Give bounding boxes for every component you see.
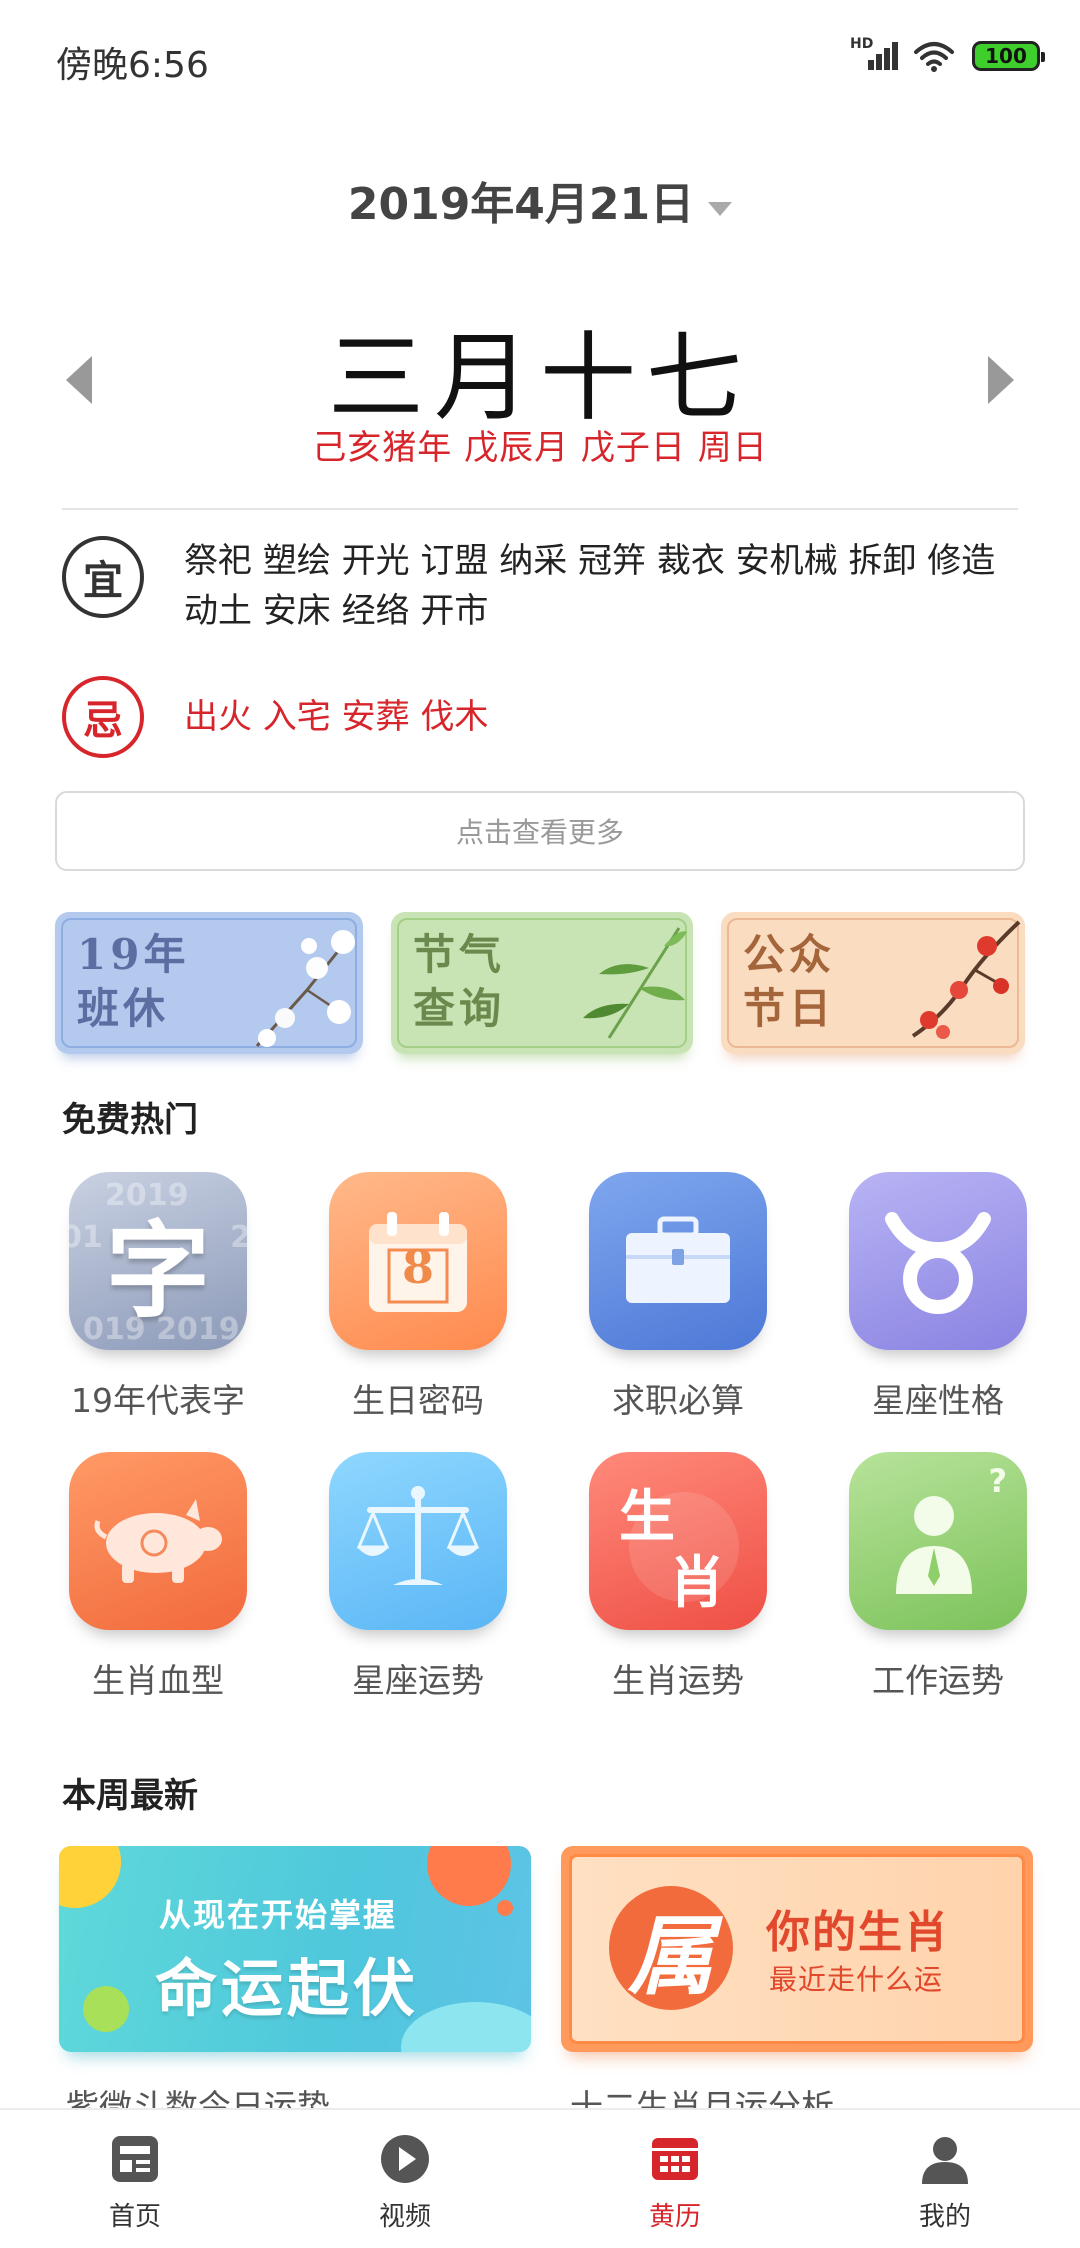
lunar-date: 三月十七 (328, 322, 752, 434)
pig-glyph-icon (94, 1499, 222, 1583)
magnolia-icon (255, 930, 355, 1047)
nav-item-home[interactable]: 首页 (0, 2110, 270, 2248)
grid-item-career-fortune[interactable]: ? 工作运势 (808, 1452, 1068, 1702)
destiny-card[interactable]: 从现在开始掌握 命运起伏 (59, 1846, 531, 2052)
briefcase-icon[interactable] (589, 1172, 767, 1350)
zodiac-glyph-icon[interactable]: 生 肖 (589, 1452, 767, 1630)
holiday-schedule-banner[interactable]: 19年 班休 (55, 912, 363, 1054)
nav-label: 黄历 (648, 2202, 701, 2232)
banner-label: 公众 节日 (743, 928, 835, 1036)
almanac-icon (652, 2138, 698, 2180)
play-icon (381, 2135, 429, 2183)
nav-item-profile[interactable]: 我的 (810, 2110, 1080, 2248)
ji-text: 出火 入宅 安葬 伐木 (184, 697, 489, 737)
view-more-button[interactable]: 点击查看更多 (55, 791, 1025, 871)
status-bar: 傍晚6:56 HD 100 (0, 0, 1080, 120)
plum-blossom-icon (911, 920, 1021, 1039)
grid-label: 求职必算 (612, 1381, 744, 1420)
nav-item-almanac[interactable]: 黄历 (540, 2110, 810, 2248)
yi-row: 宜 祭祀 塑绘 开光 订盟 纳采 冠笄 裁衣 安机械 拆卸 修造 动土 安床 经… (62, 536, 1014, 636)
briefcase-glyph-icon (626, 1216, 730, 1303)
grid-item-annual-character[interactable]: 2019 01 2 019 2019 字 19年代表字 (28, 1172, 288, 1422)
battery-icon: 100 (972, 41, 1045, 71)
scale-glyph-icon (356, 1486, 480, 1585)
taurus-glyph-icon (885, 1212, 991, 1314)
grid-item-zodiac-fortune[interactable]: 生 肖 生肖运势 (548, 1452, 808, 1702)
bamboo-icon (583, 927, 687, 1039)
status-time: 傍晚6:56 (56, 45, 209, 86)
card-title: 命运起伏 (155, 1952, 420, 2025)
question-mark: ? (988, 1462, 1007, 1500)
ganzhi-date: 己亥猪年 戊辰月 戊子日 周日 (312, 428, 768, 468)
banner-line: 节日 (743, 984, 836, 1033)
divider (62, 508, 1018, 510)
grid-label: 19年代表字 (71, 1381, 245, 1420)
date-text[interactable]: 2019年4月21日 (348, 179, 694, 230)
banner-line: 节气 (413, 930, 506, 979)
banner-line: 查询 (413, 984, 506, 1033)
home-icon (112, 2136, 158, 2182)
card-title: 你的生肖 (766, 1907, 950, 1958)
grid-label: 星座性格 (872, 1381, 1004, 1420)
solar-terms-banner[interactable]: 节气 查询 (391, 912, 693, 1054)
libra-scale-icon[interactable] (329, 1452, 507, 1630)
weekly-section-title: 本周最新 (62, 1776, 198, 1816)
zodiac-glyph-bottom: 肖 (669, 1550, 725, 1616)
grid-item-job-fortune[interactable]: 求职必算 (548, 1172, 808, 1422)
hot-section-title: 免费热门 (62, 1100, 198, 1140)
dropdown-caret-icon[interactable] (708, 201, 733, 216)
card-headline: 从现在开始掌握 (159, 1896, 398, 1934)
status-icons: HD 100 (850, 36, 1045, 74)
zodiac-glyph-top: 生 (619, 1484, 675, 1550)
calendar-number: 8 (401, 1240, 434, 1294)
grid-item-zodiac-blood-type[interactable]: 生肖血型 (28, 1452, 288, 1702)
nav-label: 我的 (918, 2202, 971, 2232)
banner-line: 19年 (77, 930, 190, 979)
yi-badge-icon: 宜 (62, 536, 144, 618)
ji-badge-icon: 忌 (62, 676, 144, 758)
hd-label: HD (850, 36, 874, 52)
card-subtitle: 最近走什么运 (769, 1963, 944, 1996)
banner-line: 班休 (77, 984, 170, 1033)
taurus-icon[interactable] (849, 1172, 1027, 1350)
banner-label: 节气 查询 (413, 928, 505, 1036)
public-holidays-banner[interactable]: 公众 节日 (721, 912, 1025, 1054)
grid-label: 星座运势 (352, 1661, 484, 1700)
nav-item-video[interactable]: 视频 (270, 2110, 540, 2248)
banner-label: 19年 班休 (77, 928, 189, 1036)
grid-item-birthday-code[interactable]: 8 生日密码 (288, 1172, 548, 1422)
zodiac-card[interactable]: 属 你的生肖 最近走什么运 (561, 1846, 1033, 2052)
nav-label: 首页 (108, 2202, 161, 2232)
banner-line: 公众 (743, 930, 836, 979)
nav-label: 视频 (378, 2202, 431, 2232)
grid-label: 生肖运势 (612, 1661, 744, 1700)
profile-icon (922, 2137, 968, 2184)
grid-label: 工作运势 (872, 1661, 1004, 1700)
grid-label: 生肖血型 (92, 1661, 224, 1700)
date-picker[interactable]: 2019年4月21日 (0, 168, 1080, 232)
signal-icon: HD (850, 36, 898, 74)
grid-label: 生日密码 (352, 1381, 484, 1420)
zodiac-seal-icon: 属 (609, 1886, 733, 2010)
bottom-nav: 首页 视频 黄历 我的 (0, 2108, 1080, 2248)
grid-item-zodiac-personality[interactable]: 星座性格 (808, 1172, 1068, 1422)
grid-item-zodiac-horoscope[interactable]: 星座运势 (288, 1452, 548, 1702)
pig-icon[interactable] (69, 1452, 247, 1630)
ji-row: 忌 出火 入宅 安葬 伐木 (62, 676, 1014, 758)
hot-grid: 2019 01 2 019 2019 字 19年代表字 8 生日密码 求职必算 … (28, 1172, 1068, 1702)
calendar-icon[interactable]: 8 (329, 1172, 507, 1350)
worker-icon[interactable]: ? (849, 1452, 1027, 1630)
yi-text: 祭祀 塑绘 开光 订盟 纳采 冠笄 裁衣 安机械 拆卸 修造 动土 安床 经络 … (184, 541, 996, 631)
worker-glyph-icon (896, 1496, 972, 1594)
wifi-icon (914, 42, 954, 72)
character-icon[interactable]: 2019 01 2 019 2019 字 (69, 1172, 247, 1350)
next-day-icon[interactable] (988, 356, 1014, 404)
